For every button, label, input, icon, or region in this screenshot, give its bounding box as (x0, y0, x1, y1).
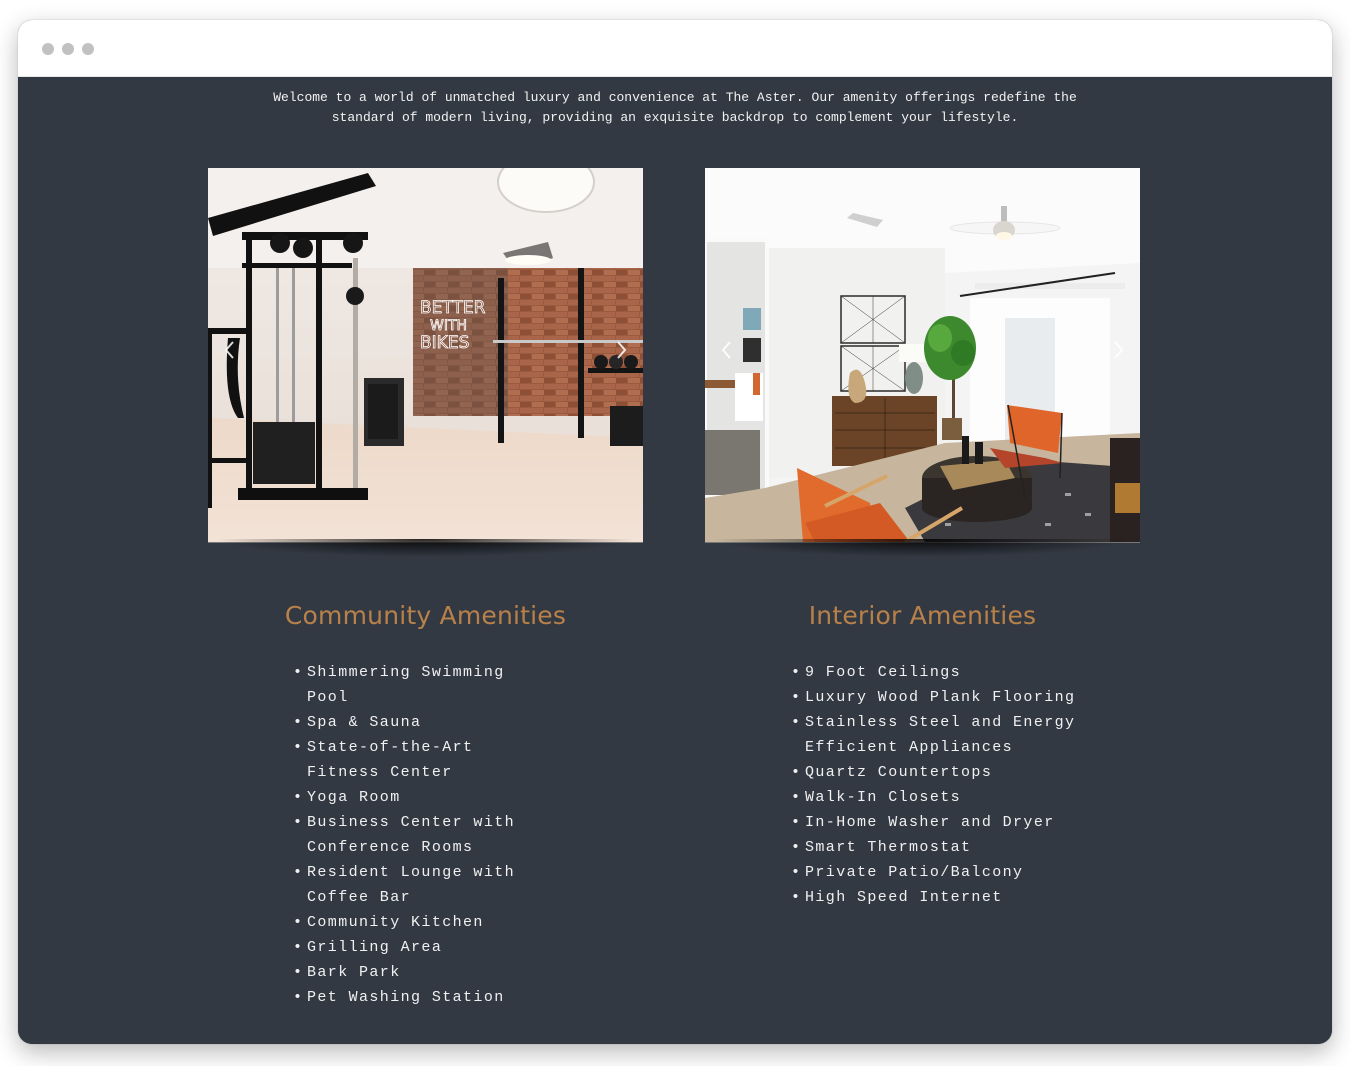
list-item: Yoga Room (293, 785, 523, 810)
list-item: Stainless Steel and Energy Efficient App… (791, 710, 1091, 760)
chevron-right-icon (617, 341, 627, 359)
chevron-left-icon (224, 341, 234, 359)
list-item: Walk-In Closets (791, 785, 1091, 810)
list-item: Smart Thermostat (791, 835, 1091, 860)
carousel-next-button[interactable] (1108, 338, 1128, 362)
list-item: Shimmering Swimming Pool (293, 660, 523, 710)
living-room-image (705, 168, 1140, 542)
list-item: Pet Washing Station (293, 985, 523, 1010)
carousel-next-button[interactable] (611, 338, 631, 362)
list-item: Grilling Area (293, 935, 523, 960)
list-item: Community Kitchen (293, 910, 523, 935)
svg-text:WITH: WITH (430, 318, 467, 334)
list-item: Business Center with Conference Rooms (293, 810, 523, 860)
list-item: Private Patio/Balcony (791, 860, 1091, 885)
list-item: 9 Foot Ceilings (791, 660, 1091, 685)
living-room-photo (705, 168, 1140, 543)
fitness-center-photo: BETTER WITH BIKES (208, 168, 643, 543)
neon-sign-text: BETTER (420, 298, 486, 318)
list-item: Spa & Sauna (293, 710, 523, 735)
interior-amenities-list: 9 Foot Ceilings Luxury Wood Plank Floori… (791, 660, 1091, 910)
intro-paragraph: Welcome to a world of unmatched luxury a… (18, 88, 1332, 128)
intro-line-2: standard of modern living, providing an … (331, 110, 1019, 125)
community-amenities-list: Shimmering Swimming Pool Spa & Sauna Sta… (293, 660, 523, 1010)
photo-shadow (705, 539, 1140, 569)
window-close-dot[interactable] (42, 43, 54, 55)
window-maximize-dot[interactable] (82, 43, 94, 55)
list-item: Quartz Countertops (791, 760, 1091, 785)
chevron-right-icon (1114, 341, 1124, 359)
list-item: High Speed Internet (791, 885, 1091, 910)
carousel-prev-button[interactable] (717, 338, 737, 362)
list-item: Resident Lounge with Coffee Bar (293, 860, 523, 910)
photo-shadow (208, 539, 643, 569)
window-minimize-dot[interactable] (62, 43, 74, 55)
chevron-left-icon (721, 341, 731, 359)
browser-window: Welcome to a world of unmatched luxury a… (18, 20, 1332, 1044)
list-item: In-Home Washer and Dryer (791, 810, 1091, 835)
amenities-section: Welcome to a world of unmatched luxury a… (18, 77, 1332, 1044)
intro-line-1: Welcome to a world of unmatched luxury a… (273, 90, 1077, 105)
fitness-center-image: BETTER WITH BIKES (208, 168, 643, 542)
community-amenities-heading: Community Amenities (284, 601, 567, 630)
list-item: Luxury Wood Plank Flooring (791, 685, 1091, 710)
window-titlebar (18, 20, 1332, 77)
carousel-prev-button[interactable] (220, 338, 240, 362)
interior-amenities-heading: Interior Amenities (808, 601, 1037, 630)
list-item: State-of-the-Art Fitness Center (293, 735, 523, 785)
list-item: Bark Park (293, 960, 523, 985)
svg-text:BIKES: BIKES (420, 333, 469, 353)
